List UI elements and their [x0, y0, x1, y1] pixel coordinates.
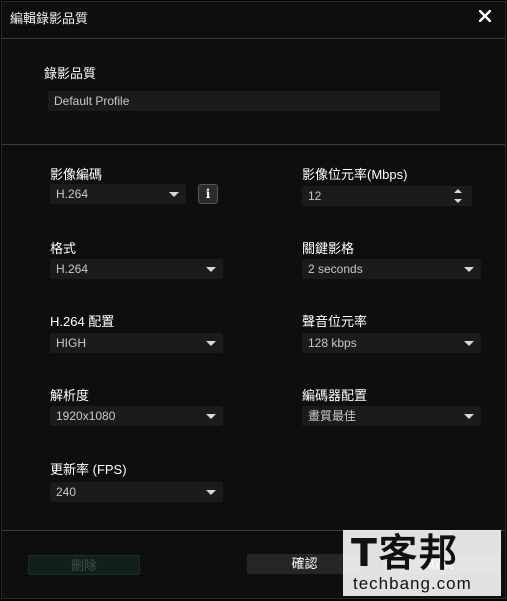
chevron-down-icon — [464, 267, 474, 272]
keyframe-value: 2 seconds — [308, 262, 363, 276]
chevron-down-icon — [169, 192, 179, 197]
delete-button[interactable]: 刪除 — [28, 555, 140, 575]
resolution-label: 解析度 — [50, 388, 90, 403]
h264-profile-value: HIGH — [56, 336, 86, 350]
encoder-preset-select[interactable]: 畫質最佳 — [302, 406, 481, 426]
confirm-button[interactable]: 確認 — [247, 554, 362, 574]
edit-recording-quality-dialog: 編輯錄影品質 錄影品質 Default Profile 影像編碼 H.264 i… — [1, 1, 506, 599]
h264-profile-select[interactable]: HIGH — [50, 333, 223, 353]
chevron-down-icon — [464, 414, 474, 419]
video-bitrate-value: 12 — [308, 189, 322, 203]
framerate-label: 更新率 (FPS) — [50, 462, 127, 477]
footer-divider — [2, 530, 505, 531]
format-select[interactable]: H.264 — [50, 259, 223, 279]
chevron-down-icon — [206, 267, 216, 272]
watermark-url: techbang.com — [353, 574, 472, 593]
resolution-select[interactable]: 1920x1080 — [50, 406, 223, 426]
keyframe-label: 關鍵影格 — [302, 241, 355, 256]
keyframe-select[interactable]: 2 seconds — [302, 259, 481, 279]
chevron-down-icon — [206, 490, 216, 495]
framerate-value: 240 — [56, 485, 77, 499]
video-bitrate-spinner[interactable]: 12 — [302, 186, 472, 206]
h264-profile-label: H.264 配置 — [50, 314, 115, 329]
video-codec-select[interactable]: H.264 — [50, 184, 186, 204]
audio-bitrate-label: 聲音位元率 — [302, 314, 368, 329]
dialog-title: 編輯錄影品質 — [10, 11, 89, 26]
video-codec-label: 影像編碼 — [50, 167, 103, 182]
close-icon[interactable] — [475, 6, 495, 26]
chevron-down-icon — [206, 414, 216, 419]
audio-bitrate-select[interactable]: 128 kbps — [302, 333, 481, 353]
up-down-arrows-icon[interactable] — [454, 188, 464, 204]
profile-name-input[interactable]: Default Profile — [48, 91, 440, 111]
chevron-down-icon — [206, 341, 216, 346]
chevron-down-icon — [464, 341, 474, 346]
format-label: 格式 — [50, 241, 77, 256]
framerate-select[interactable]: 240 — [50, 482, 223, 502]
profile-divider — [2, 144, 505, 145]
video-bitrate-label: 影像位元率(Mbps) — [302, 167, 408, 182]
title-divider — [2, 38, 505, 39]
video-codec-value: H.264 — [56, 187, 89, 201]
cancel-button[interactable]: 取消 — [382, 554, 500, 574]
encoder-preset-value: 畫質最佳 — [308, 409, 357, 423]
audio-bitrate-value: 128 kbps — [308, 336, 357, 350]
format-value: H.264 — [56, 262, 89, 276]
profile-section-label: 錄影品質 — [44, 66, 97, 81]
resolution-value: 1920x1080 — [56, 409, 116, 423]
encoder-preset-label: 編碼器配置 — [302, 388, 368, 403]
info-icon[interactable]: i — [198, 184, 218, 204]
